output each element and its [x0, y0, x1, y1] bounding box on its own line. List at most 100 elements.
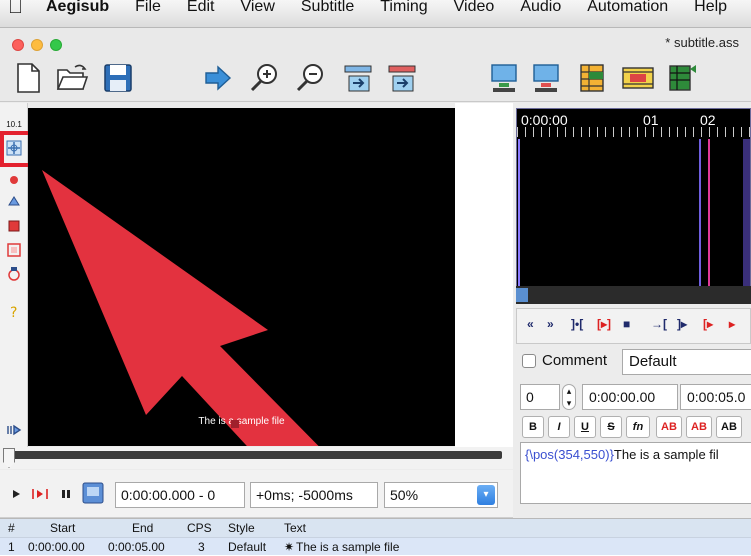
seek-track[interactable]	[10, 451, 502, 459]
menu-timing[interactable]: Timing	[367, 0, 440, 16]
font-button[interactable]: fn	[626, 416, 650, 438]
underline-button[interactable]: U	[574, 416, 596, 438]
video-gutter	[455, 103, 513, 448]
col-start: Start	[50, 521, 76, 535]
col-number: #	[8, 521, 15, 535]
style-select[interactable]: Default	[622, 349, 751, 375]
col-text: Text	[284, 521, 307, 535]
menu-help[interactable]: Help	[681, 0, 740, 16]
video-details-icon[interactable]	[620, 60, 656, 96]
audio-scroll-thumb[interactable]	[516, 288, 528, 302]
properties-icon[interactable]	[486, 60, 522, 96]
bold-button[interactable]: B	[522, 416, 544, 438]
autoscroll-icon[interactable]	[80, 480, 106, 506]
row-end: 0:00:05.00	[108, 540, 165, 554]
secondary-color-button[interactable]: AB	[686, 416, 712, 438]
audio-stop-button[interactable]: ■	[623, 317, 630, 331]
video-time-display[interactable]: 0:00:00.000 - 0	[115, 482, 245, 508]
audio-prev-button[interactable]: «	[527, 317, 534, 331]
strikeout-button[interactable]: S	[600, 416, 622, 438]
subtitle-edit-box: Comment Default 0 ▴ ▾ 0:00:00.00 0:00:05.…	[516, 346, 751, 506]
help-icon[interactable]: ?	[5, 303, 23, 321]
apple-logo-icon[interactable]: 	[8, 0, 38, 19]
video-seek-bar[interactable]	[0, 447, 513, 469]
zoom-select[interactable]: 50% ▾	[384, 482, 498, 508]
styles-manager-icon[interactable]	[574, 60, 610, 96]
bottom-arrow-icon[interactable]	[5, 421, 23, 439]
comment-label: Comment	[542, 352, 608, 369]
clip-rect-icon[interactable]	[5, 265, 23, 283]
col-style: Style	[228, 521, 255, 535]
col-cps: CPS	[187, 521, 212, 535]
end-time-field[interactable]: 0:00:05.0	[680, 384, 751, 410]
outline-color-button[interactable]: AB	[716, 416, 742, 438]
close-window-button[interactable]	[12, 39, 24, 51]
menu-file[interactable]: File	[122, 0, 174, 16]
pause-icon[interactable]	[56, 484, 76, 504]
document-title: * subtitle.ass	[665, 35, 739, 50]
jump-to-video-icon[interactable]	[200, 60, 236, 96]
window-title-bar: * subtitle.ass	[0, 28, 751, 54]
timing-postprocessor-icon[interactable]	[664, 60, 700, 96]
position-marker[interactable]	[231, 420, 239, 428]
start-time-field[interactable]: 0:00:00.00	[582, 384, 678, 410]
primary-color-button[interactable]: AB	[656, 416, 682, 438]
menu-view[interactable]: View	[227, 0, 287, 16]
menu-subtitle[interactable]: Subtitle	[288, 0, 367, 16]
zoom-in-icon[interactable]	[246, 60, 282, 96]
subtitles-grid: # Start End CPS Style Text 1 0:00:00.00 …	[0, 518, 751, 556]
audio-play-line-button[interactable]: [▸]	[597, 317, 611, 331]
rotate-xy-icon[interactable]	[5, 217, 23, 235]
video-subtitle-text: The is a sample file	[198, 416, 285, 427]
minimize-window-button[interactable]	[31, 39, 43, 51]
snap-start-icon[interactable]	[340, 60, 376, 96]
menu-aegisub[interactable]: Aegisub	[38, 0, 122, 16]
table-row[interactable]: 1 0:00:00.00 0:00:05.00 3 Default ✷ The …	[0, 537, 751, 555]
row-start: 0:00:00.00	[28, 540, 85, 554]
zoom-value: 50%	[390, 487, 419, 503]
row-text: The is a sample file	[296, 540, 400, 554]
audio-waveform[interactable]: 0:00:00 01 02	[516, 108, 751, 304]
drag-tool-icon[interactable]	[5, 171, 23, 189]
row-cps: 3	[198, 540, 205, 554]
audio-play-before-button[interactable]: →[	[651, 317, 667, 331]
rotate-z-icon[interactable]	[5, 193, 23, 211]
menu-audio[interactable]: Audio	[507, 0, 574, 16]
play-icon[interactable]	[6, 484, 26, 504]
red-arrow-icon	[42, 170, 319, 446]
open-folder-icon[interactable]	[54, 60, 90, 96]
new-file-icon[interactable]	[10, 60, 46, 96]
audio-play-after-button[interactable]: ▸	[729, 317, 735, 331]
video-offset-display[interactable]: +0ms; -5000ms	[250, 482, 378, 508]
italic-button[interactable]: I	[548, 416, 570, 438]
audio-play-end-button[interactable]: [▸	[703, 317, 713, 331]
zoom-out-icon[interactable]	[292, 60, 328, 96]
audio-next-button[interactable]: »	[547, 317, 554, 331]
zoom-window-button[interactable]	[50, 39, 62, 51]
video-controls: 0:00:00.000 - 0 +0ms; -5000ms 50% ▾	[0, 470, 513, 518]
chevron-down-icon[interactable]: ▾	[477, 485, 495, 505]
menu-video[interactable]: Video	[441, 0, 508, 16]
svg-text:?: ?	[10, 305, 17, 320]
video-display[interactable]: The is a sample file	[28, 108, 455, 446]
audio-controls: « » ]•[ [▸] ■ →[ ]▸ [▸ ▸	[516, 308, 751, 344]
menu-automation[interactable]: Automation	[574, 0, 681, 16]
audio-scrollbar[interactable]	[516, 286, 751, 304]
layer-field[interactable]: 0	[520, 384, 560, 410]
menu-edit[interactable]: Edit	[174, 0, 228, 16]
save-icon[interactable]	[100, 60, 136, 96]
seek-thumb[interactable]	[3, 448, 15, 468]
snap-end-icon[interactable]	[384, 60, 420, 96]
audio-play-after-start-button[interactable]: ]▸	[677, 317, 687, 331]
play-line-icon[interactable]	[30, 484, 50, 504]
subtitle-text-input[interactable]: {\pos(354,550)}The is a sample fil	[520, 442, 751, 504]
audio-play-selection-button[interactable]: ]•[	[571, 317, 583, 331]
tag-indicator-icon: ✷	[284, 540, 295, 554]
main-toolbar	[0, 54, 751, 102]
scale-icon[interactable]	[5, 241, 23, 259]
audio-selection-lines	[518, 139, 750, 287]
subtitle-text-body: The is a sample fil	[613, 447, 719, 462]
comment-checkbox[interactable]	[522, 354, 536, 368]
layer-stepper[interactable]: ▴ ▾	[562, 384, 576, 410]
attachments-icon[interactable]	[528, 60, 564, 96]
